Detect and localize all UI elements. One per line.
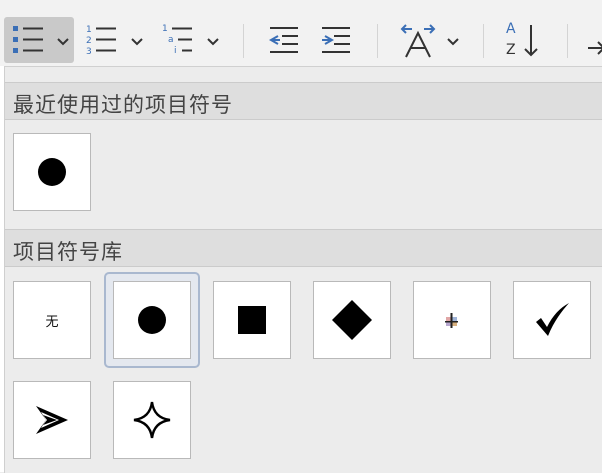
bullet-library-dropdown: 最近使用过的项目符号 项目符号库 无 [4,66,602,473]
svg-text:2: 2 [86,36,92,46]
chevron-down-icon[interactable] [446,37,460,47]
sort-az-icon: A Z [506,21,538,58]
bullet-option-none[interactable]: 无 [13,281,91,359]
decrease-indent-icon [268,27,298,53]
multilevel-list-button[interactable]: 1 a i [156,17,226,63]
filled-circle-icon [138,306,166,334]
ribbon-toolbar: 1 2 3 1 a i A Z [0,0,602,66]
checkmark-icon [536,303,569,336]
filled-square-icon [238,306,266,334]
svg-text:1: 1 [86,25,92,35]
arrow-right-icon[interactable] [586,38,602,58]
filled-circle-icon [38,158,66,186]
filled-diamond-icon [332,300,372,340]
bullet-option-filled-circle[interactable] [13,133,91,211]
none-label: 无 [45,314,59,330]
svg-text:3: 3 [86,47,92,57]
toolbar-separator [243,24,244,58]
bullet-option-filled-diamond[interactable] [313,281,391,359]
bullets-button[interactable] [4,17,74,63]
sort-button[interactable]: A Z [500,17,544,63]
four-diamond-icon [445,313,458,328]
recent-bullets-header: 最近使用过的项目符号 [5,82,602,120]
section-title: 最近使用过的项目符号 [13,93,233,117]
text-direction-icon [400,24,436,58]
section-title: 项目符号库 [13,240,123,264]
numbered-list-icon: 1 2 3 [86,25,116,57]
four-point-star-icon [133,401,171,439]
bullet-library-header: 项目符号库 [5,229,602,267]
decrease-indent-button[interactable] [262,17,306,63]
bullet-option-four-point-star[interactable] [113,381,191,459]
bulleted-list-icon [13,26,43,53]
chevron-down-icon[interactable] [206,37,220,47]
text-direction-button[interactable] [396,17,466,63]
svg-text:A: A [506,21,516,37]
svg-text:a: a [168,35,174,45]
svg-text:i: i [174,46,177,56]
increase-indent-button[interactable] [314,17,358,63]
bullet-option-filled-square[interactable] [213,281,291,359]
numbering-button[interactable]: 1 2 3 [80,17,150,63]
arrowhead-icon [36,406,68,434]
svg-text:1: 1 [162,24,168,34]
bullet-option-arrowhead[interactable] [13,381,91,459]
toolbar-separator [483,24,484,58]
increase-indent-icon [322,27,350,53]
multilevel-list-icon: 1 a i [162,24,192,56]
svg-text:Z: Z [506,42,516,58]
chevron-down-icon[interactable] [130,37,144,47]
toolbar-separator [567,24,568,58]
bullet-option-filled-circle-selected[interactable] [113,281,191,359]
toolbar-separator [377,24,378,58]
chevron-down-icon[interactable] [56,37,70,47]
bullet-option-four-diamond[interactable] [413,281,491,359]
bullet-option-checkmark[interactable] [513,281,591,359]
